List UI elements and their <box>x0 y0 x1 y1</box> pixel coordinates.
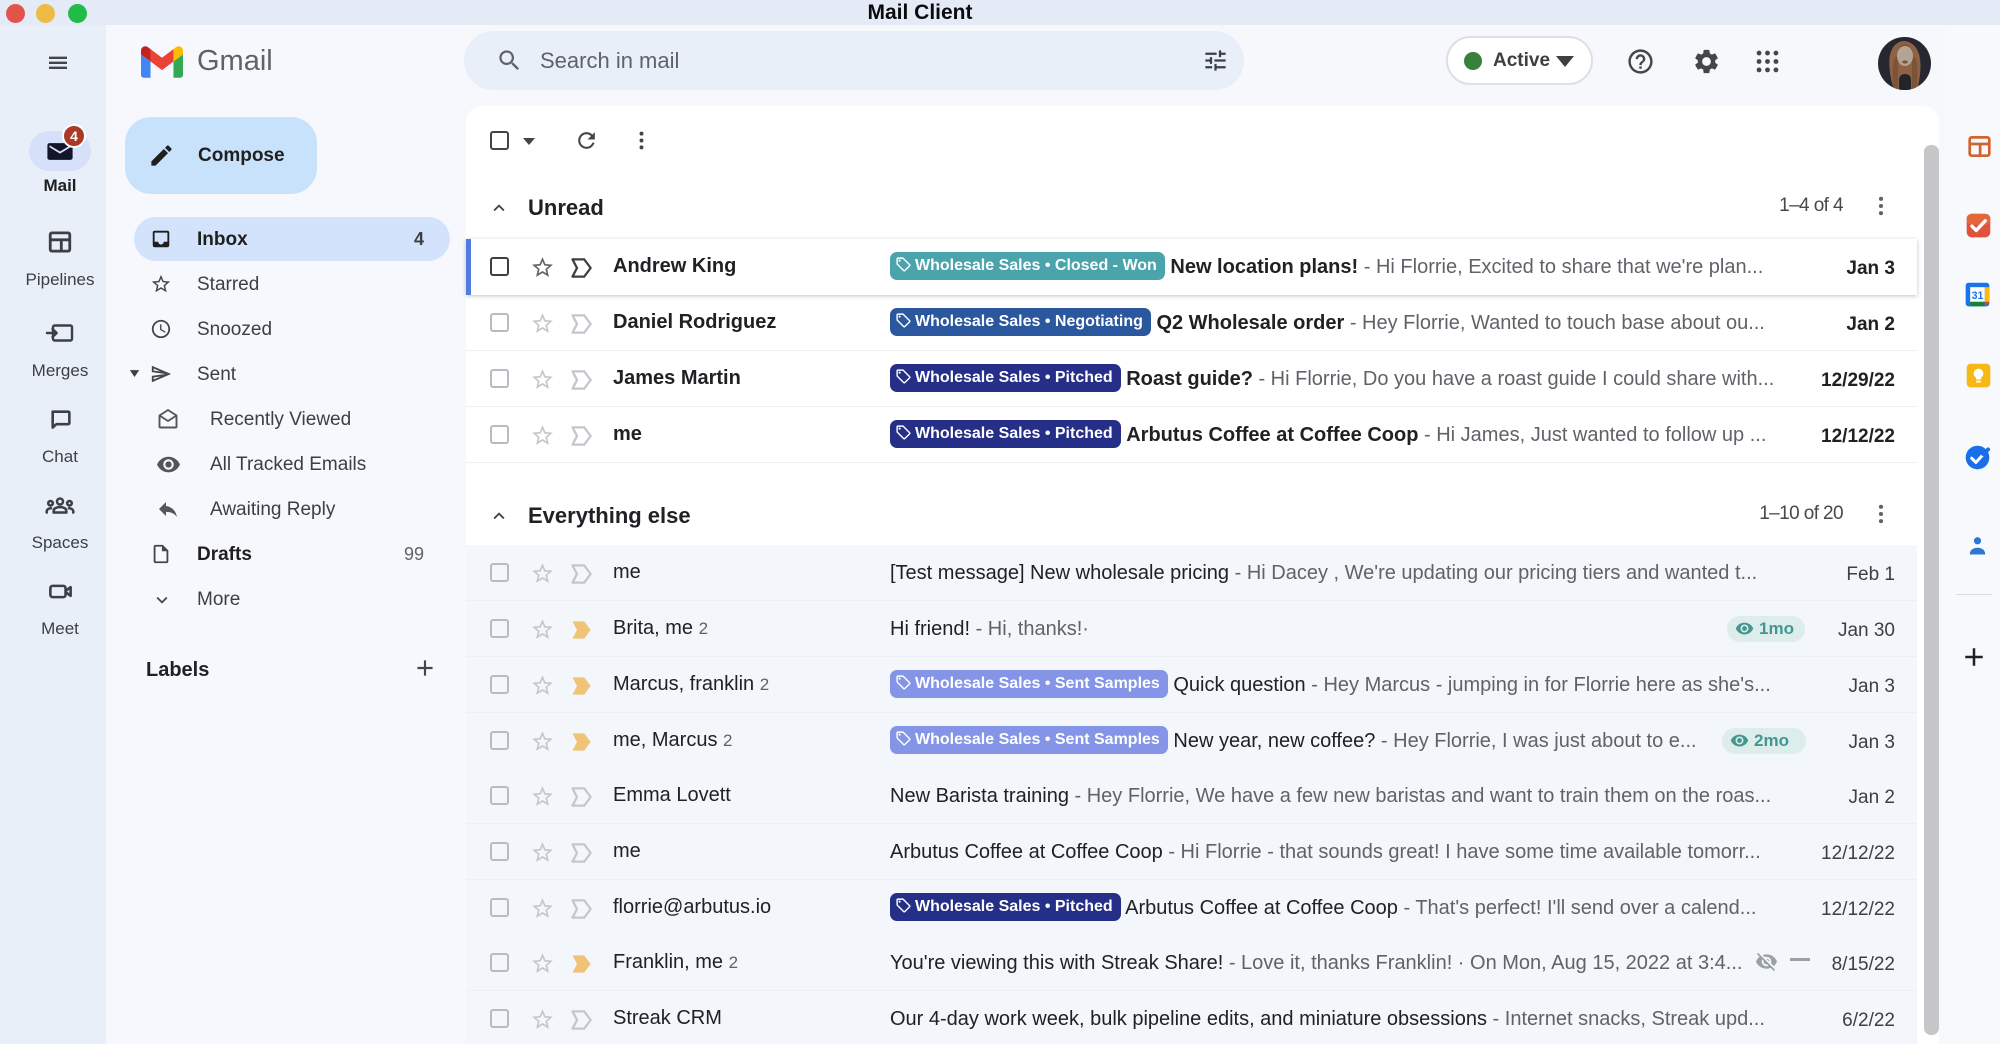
svg-text:31: 31 <box>1972 290 1984 302</box>
